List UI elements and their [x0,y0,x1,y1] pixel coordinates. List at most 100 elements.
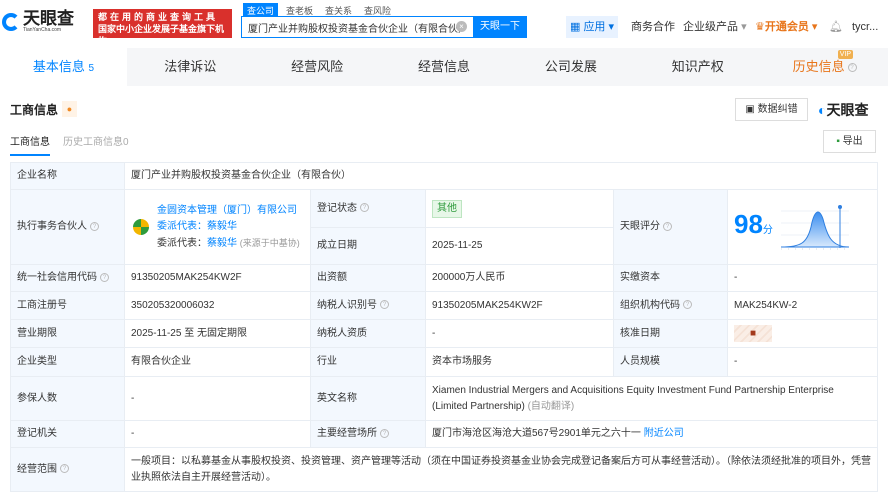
label: 主要经营场所? [310,420,426,448]
value: 91350205MAK254KW2F [124,264,311,292]
subscribe-bell-icon[interactable]: ● [62,101,77,117]
value: 2025-11-25 至 无固定期限 [124,319,311,348]
tab-history[interactable]: VIP 历史信息? [761,48,888,86]
help-icon: ? [60,464,69,474]
brand-text: 天眼查 [826,102,869,118]
score-label: 天眼评分 [620,221,660,232]
search-input[interactable]: 厦门产业并购股权投资基金合伙企业（有限合伙） × [241,16,473,38]
table-row: 执行事务合伙人? 金圆资本管理（厦门）有限公司 委派代表：蔡毅华 委派代表：蔡毅… [10,189,878,265]
table-row: 经营范围? 一般项目：以私募基金从事股权投资、投资管理、资产管理等活动（须在中国… [10,447,878,492]
value: 91350205MAK254KW2F [425,291,614,320]
label-text: 主要经营场所 [317,428,377,439]
label-text: 经营范围 [17,463,57,475]
score-marker-dot [837,205,842,209]
main-nav: 基本信息 5 法律诉讼 经营风险 经营信息 公司发展 知识产权 VIP 历史信息? [0,48,888,86]
value: - [124,376,311,421]
value: 200000万人民币 [425,264,614,292]
help-icon: ? [380,428,389,438]
bell-icon[interactable]: 🔔︎ [829,16,843,38]
help-icon: ? [683,300,692,310]
export-button[interactable]: ▪ 导出 [823,130,876,153]
tab-basic-info[interactable]: 基本信息 5 [0,48,127,86]
value: MAK254KW-2 [727,291,878,320]
partner-link[interactable]: 金圆资本管理（厦门）有限公司 [157,203,300,219]
label-text: 纳税人识别号 [317,299,377,311]
tab-count: 5 [88,63,95,74]
vip-menu[interactable]: ♛开通会员 ▾ [755,16,817,38]
label: 出资额 [310,264,426,292]
status-badge: 其他 [432,199,462,218]
label: 成立日期 [310,227,426,265]
tab-ip[interactable]: 知识产权 [634,48,761,86]
lock-icon[interactable]: ■ [734,325,772,342]
label: 营业期限 [10,319,125,348]
distribution-curve [780,211,849,248]
value: 资本市场服务 [425,347,614,377]
label: 纳税人资质 [310,319,426,348]
logo-icon [2,12,20,31]
tab-legal[interactable]: 法律诉讼 [127,48,254,86]
tab-development[interactable]: 公司发展 [507,48,634,86]
label: 天眼评分? [613,189,728,265]
edit-icon: ▣ [745,104,758,115]
user-menu[interactable]: tycr... [852,16,878,38]
address: 厦门市海沧区海沧大道567号2901单元之六十一 [432,428,641,439]
score-unit: 分 [762,224,773,236]
apps-menu[interactable]: ▦ 应用 ▾ [566,16,618,38]
address-cell: 厦门市海沧区海沧大道567号2901单元之六十一 附近公司 [425,420,878,448]
table-row: 参保人数 - 英文名称 Xiamen Industrial Mergers an… [10,376,878,421]
export-label: 导出 [842,136,863,147]
label: 英文名称 [310,376,426,421]
tab-operation[interactable]: 经营信息 [381,48,508,86]
tab-label: 基本信息 [32,59,85,74]
value: 有限合伙企业 [124,347,311,377]
table-row: 统一社会信用代码? 91350205MAK254KW2F 出资额 200000万… [10,264,878,292]
rep-link[interactable]: 蔡毅华 [207,221,237,232]
label: 执行事务合伙人? [10,189,125,265]
label: 企业名称 [10,162,125,190]
label: 登记机关 [10,420,125,448]
label: 组织机构代码? [613,291,728,320]
logo[interactable]: 天眼查 TianYanCha.com [2,10,74,33]
tab-risk[interactable]: 经营风险 [254,48,381,86]
label: 工商注册号 [10,291,125,320]
label: 经营范围? [10,447,125,492]
status-cell: 其他 [425,189,614,228]
business-info-table: 企业名称 厦门产业并购股权投资基金合伙企业（有限合伙） 执行事务合伙人? 金圆资本… [10,162,878,492]
help-icon: ? [380,300,389,310]
score-value: 98 [734,208,763,239]
vip-label: 开通会员 [764,21,809,33]
company-name: 厦门产业并购股权投资基金合伙企业（有限合伙） [124,162,878,190]
value: - [727,264,878,292]
business-link[interactable]: 商务合作 [631,16,675,38]
label: 实缴资本 [613,264,728,292]
section-title: 工商信息 [10,103,59,117]
apps-label: 应用 [583,21,606,33]
report-error-button[interactable]: ▣ 数据纠错 [735,98,808,121]
rep-note: (来源于中基协) [239,237,300,248]
score-cell[interactable]: 98分 [727,189,878,265]
promo-banner[interactable]: 都在用的商业查询工具 国家中小企业发展子基金旗下机构 [93,9,232,46]
enterprise-menu[interactable]: 企业级产品 ▾ [683,16,747,38]
search-button[interactable]: 天眼一下 [473,16,527,38]
help-icon: ? [847,63,857,73]
score-distribution-chart [780,205,849,250]
partner-cell: 金圆资本管理（厦门）有限公司 委派代表：蔡毅华 委派代表：蔡毅华 (来源于中基协… [124,189,311,265]
subtab-history[interactable]: 历史工商信息0 [63,133,129,148]
brand-watermark: ◐天眼查 [818,100,868,120]
auto-translate-note: (自动翻译) [527,400,575,412]
table-row: 企业类型 有限合伙企业 行业 资本市场服务 人员规模 - [10,347,878,377]
value: ■ [727,319,878,348]
help-icon: ? [90,221,99,231]
business-scope: 一般项目：以私募基金从事股权投资、投资管理、资产管理等活动（须在中国证券投资基金… [124,447,878,492]
crown-icon: ♛ [755,21,765,33]
value: - [727,347,878,377]
clear-icon[interactable]: × [456,21,467,32]
rep-label: 委派代表： [157,220,207,232]
search-value: 厦门产业并购股权投资基金合伙企业（有限合伙） [248,24,468,35]
username: tycr... [852,21,879,33]
subtab-business-info[interactable]: 工商信息 [10,133,50,156]
enterprise-label: 企业级产品 [683,21,738,33]
rep-link[interactable]: 蔡毅华 [207,238,237,249]
nearby-companies-link[interactable]: 附近公司 [644,428,684,439]
